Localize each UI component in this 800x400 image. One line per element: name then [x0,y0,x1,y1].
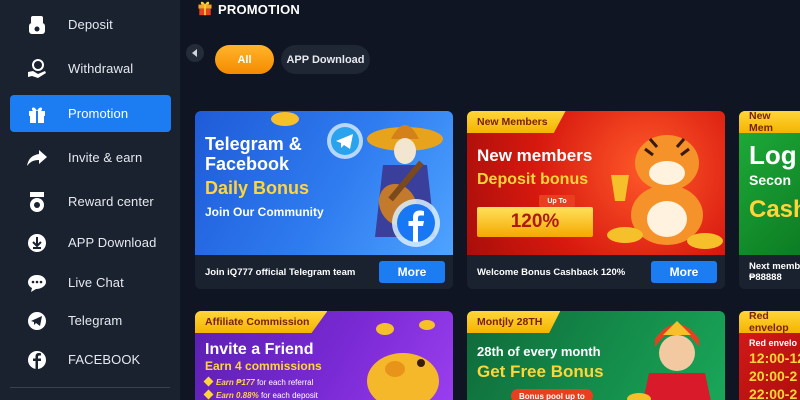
promo-banner: Red envelop Red envelo 12:00-12 20:00-2 … [739,311,800,400]
tab-app-download[interactable]: APP Download [281,45,370,74]
sidebar-item-reward-center[interactable]: Reward center [10,183,171,220]
promo-card-login-bonus[interactable]: New Mem Log Secon Cash Next memb ₱88888 [739,111,800,289]
bullet-icon [203,376,214,387]
promo-footer: Next memb ₱88888 [739,255,800,289]
page-header: PROMOTION [196,0,300,18]
promo-tag: New Members [467,111,566,133]
facebook-logo-icon [392,199,440,247]
banner-highlight: Deposit bonus [477,171,589,188]
telegram-icon [24,308,50,334]
tiger-illustration [607,135,723,249]
promo-tag: Affiliate Commission [195,311,328,333]
sidebar-item-facebook[interactable]: FACEBOOK [10,341,171,378]
banner-highlight: Cash [749,196,800,223]
bonus-pool-pill: Bonus pool up to [511,389,593,400]
sidebar-item-live-chat[interactable]: Live Chat [10,264,171,301]
goddess-illustration [627,321,711,400]
sidebar-item-label: Live Chat [68,275,124,290]
gold-pig-illustration [367,320,439,400]
sidebar-item-label: Withdrawal [68,61,134,76]
sidebar: Deposit Withdrawal Promotion Invite & ea… [0,0,180,400]
telegram-logo-icon [327,123,363,159]
promo-description: Join iQ777 official Telegram team [205,266,356,278]
sidebar-item-promotion[interactable]: Promotion [10,95,171,132]
banner-highlight: Earn 4 commissions [205,359,322,373]
sidebar-item-label: Promotion [68,106,129,121]
sidebar-item-invite[interactable]: Invite & earn [10,139,171,176]
more-button[interactable]: More [379,261,445,283]
promo-banner: Telegram & Facebook Daily Bonus Join Our… [195,111,453,255]
banner-highlight: Get Free Bonus [477,362,604,381]
sidebar-divider [10,387,170,388]
time-slot: 20:00-2 [749,368,798,384]
banner-line: Secon [749,172,792,188]
sidebar-item-label: Telegram [68,313,123,328]
sidebar-item-label: Deposit [68,17,113,32]
facebook-icon [24,347,50,373]
page-title: PROMOTION [218,1,300,17]
promo-banner: Montjly 28TH 28th of every month Get Fre… [467,311,725,400]
time-slot: 22:00-2 [749,386,798,400]
banner-line: Telegram & [205,134,302,154]
sidebar-item-withdrawal[interactable]: Withdrawal [10,50,171,87]
banner-line: 28th of every month [477,344,601,359]
sidebar-item-deposit[interactable]: Deposit [10,6,171,43]
gift-icon [24,101,50,127]
promo-card-affiliate[interactable]: Affiliate Commission Invite a Friend Ear… [195,311,453,400]
banner-line: Red envelo [749,338,798,348]
banner-highlight: Daily Bonus [205,178,310,198]
banner-line: Log [749,140,797,170]
promo-banner: New Mem Log Secon Cash [739,111,800,255]
more-button[interactable]: More [651,261,717,283]
promo-card-red-envelope[interactable]: Red envelop Red envelo 12:00-12 20:00-2 … [739,311,800,400]
promo-banner: Affiliate Commission Invite a Friend Ear… [195,311,453,400]
scroll-left-button[interactable] [186,44,204,62]
upto-label: Up To [539,195,575,207]
sidebar-item-label: APP Download [68,235,157,250]
banner-line: Facebook [205,154,290,174]
chevron-left-icon [192,49,197,57]
coin-decoration [271,112,299,126]
banner-line: Invite a Friend [205,341,314,358]
time-slot: 12:00-12 [749,350,800,366]
sidebar-item-telegram[interactable]: Telegram [10,302,171,339]
deposit-icon [24,12,50,38]
promo-description: Welcome Bonus Cashback 120% [477,266,626,278]
promo-card-new-members[interactable]: New Members New members Deposit bonus Up… [467,111,725,289]
promo-description: Next memb [749,261,800,272]
sidebar-item-label: FACEBOOK [68,352,141,367]
promo-amount: ₱88888 [749,272,782,283]
download-icon [24,230,50,256]
sidebar-item-label: Invite & earn [68,150,143,165]
promo-card-monthly[interactable]: Montjly 28TH 28th of every month Get Fre… [467,311,725,400]
chat-icon [24,270,50,296]
sidebar-item-label: Reward center [68,194,154,209]
promo-banner: New Members New members Deposit bonus Up… [467,111,725,255]
promo-tag: Montjly 28TH [467,311,561,333]
banner-subline: Join Our Community [205,205,324,219]
banner-line: New members [477,146,593,165]
promo-card-telegram[interactable]: Telegram & Facebook Daily Bonus Join Our… [195,111,453,289]
promo-tag: New Mem [739,111,800,133]
bonus-percent: 120% [477,207,593,237]
tab-all[interactable]: All [215,45,274,74]
share-arrow-icon [24,145,50,171]
medal-icon [24,189,50,215]
withdrawal-icon [24,56,50,82]
bullet-icon [203,389,214,400]
sidebar-item-app-download[interactable]: APP Download [10,224,171,261]
commission-row: Earn 0.88% for each deposit [203,389,318,400]
gift-icon [196,0,214,21]
promo-tag: Red envelop [739,311,800,333]
commission-row: Earn ₱177 for each referral [203,376,313,387]
